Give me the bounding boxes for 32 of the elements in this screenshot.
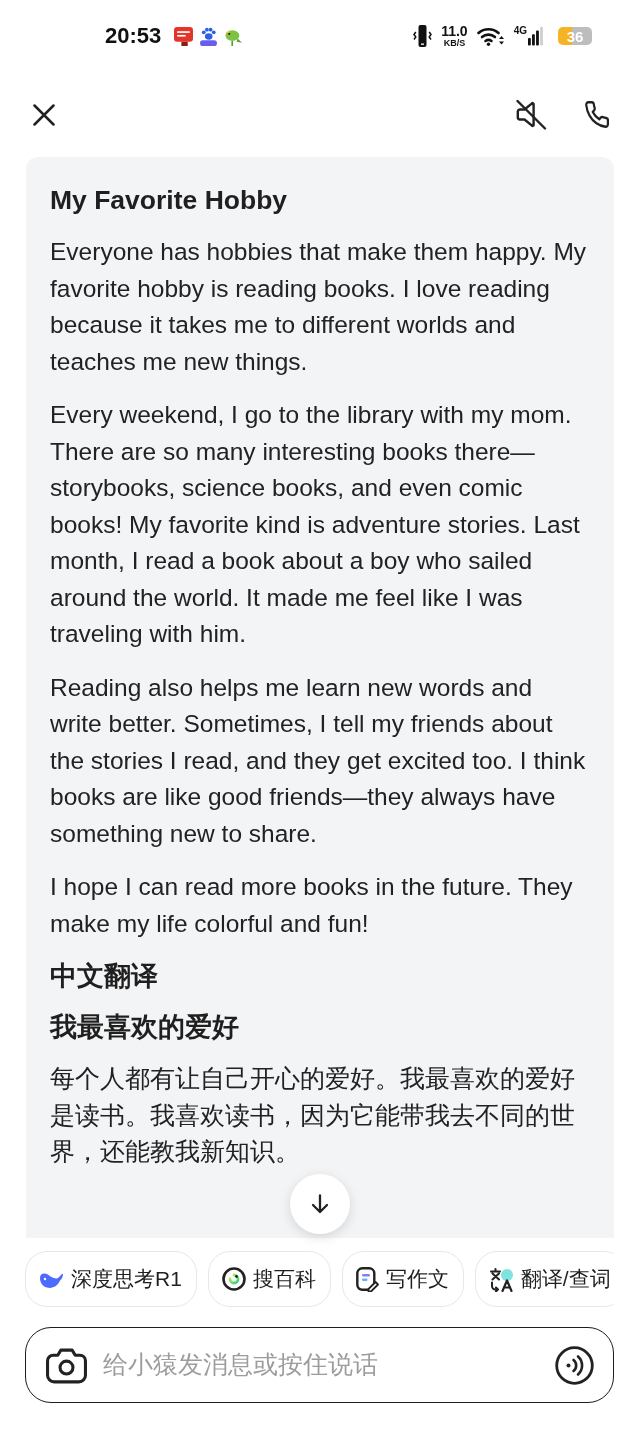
message-paragraph: Everyone has hobbies that make them happy. My favorite hobby is reading books. I love reading because it takes me to different worlds and teaches me new things. (50, 237, 588, 377)
message-paragraph: Reading also helps me learn new words and write better. Sometimes, I tell my friends about the stories I read, and they get excited too. I think books are like good friends—they always have something new to share. (50, 672, 587, 849)
camera-icon[interactable] (45, 1346, 87, 1384)
network-type: 4G (513, 26, 527, 36)
speaker-muted-icon[interactable] (515, 99, 547, 130)
app-icon (174, 26, 194, 46)
ring-icon (221, 1267, 246, 1291)
shortcut-button[interactable]: 翻译/查词 (474, 1251, 614, 1307)
shortcut-button[interactable]: 深度思考R1 (25, 1251, 197, 1307)
shortcut-button[interactable]: 搜百科 (207, 1251, 331, 1307)
vibrate-icon (413, 24, 433, 48)
arrow-down-icon (311, 1194, 329, 1214)
network-speed-unit: KB/S (443, 39, 466, 48)
paw-icon (199, 26, 219, 46)
message-input[interactable]: 给小猿发消息或按住说话 (102, 1345, 539, 1385)
status-time: 20:53 (105, 25, 162, 47)
wifi-icon (476, 26, 504, 46)
close-icon[interactable] (33, 103, 55, 126)
message-paragraph: 每个人都有让自己开心的爱好。我最喜欢的爱好是读书。我喜欢读书，因为它能带我去不同的世界，还能教我新知识。 (50, 1064, 576, 1167)
message-heading: 我最喜欢的爱好 (50, 1011, 240, 1044)
message-heading: My Favorite Hobby (50, 184, 289, 217)
signal-icon (528, 26, 543, 46)
translate-icon (488, 1266, 514, 1292)
network-speed: 11.0 (441, 24, 468, 38)
shortcut-button[interactable]: 写作文 (341, 1251, 464, 1307)
message-heading: 中文翻译 (50, 960, 159, 993)
message-paragraph: I hope I can read more books in the future. They make my life colorful and fun! (50, 872, 574, 939)
message-input-field[interactable]: 给小猿发消息或按住说话 (25, 1327, 614, 1403)
document-pencil-icon (355, 1266, 379, 1292)
message-paragraph: Every weekend, I go to the library with my mom. There are so many interesting books there— storybooks, science books, and even comic books! My favorite kind is adventure stories. Last month, I read a book about a boy who sailed around the world. It made me feel like I was traveling with him. (50, 400, 581, 649)
voice-icon[interactable] (555, 1345, 594, 1385)
phone-icon[interactable] (585, 101, 609, 128)
